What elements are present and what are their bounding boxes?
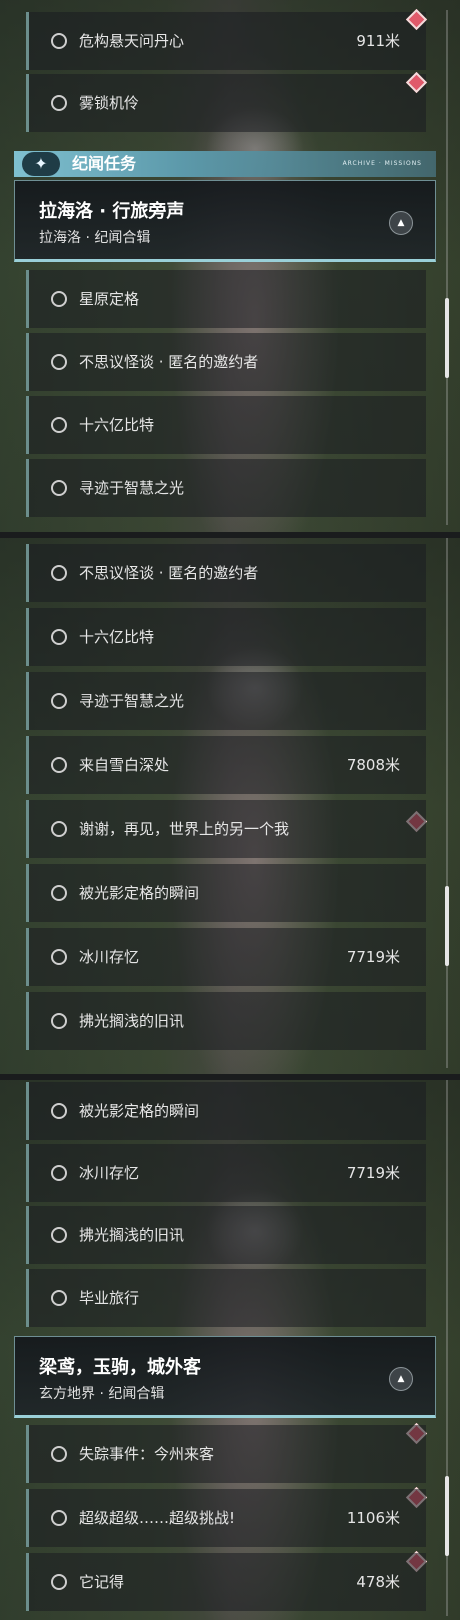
quest-status-circle-icon xyxy=(51,95,67,111)
scrollbar[interactable] xyxy=(445,10,449,525)
quest-status-circle-icon xyxy=(51,291,67,307)
quest-label: 不思议怪谈 · 匿名的邀约者 xyxy=(79,564,259,582)
quest-label: 冰川存忆 xyxy=(79,948,140,966)
quest-status-circle-icon xyxy=(51,1227,67,1243)
quest-row[interactable]: 十六亿比特 xyxy=(26,608,426,666)
scrollbar-thumb[interactable] xyxy=(445,1476,449,1556)
quest-label: 危构悬天问丹心 xyxy=(79,32,185,50)
quest-status-circle-icon xyxy=(51,821,67,837)
quest-row[interactable]: 十六亿比特 xyxy=(26,396,426,454)
quest-row[interactable]: 毕业旅行 xyxy=(26,1269,426,1327)
scrollbar[interactable] xyxy=(445,538,449,1068)
quest-label: 十六亿比特 xyxy=(79,628,155,646)
quest-status-circle-icon xyxy=(51,565,67,581)
quest-label: 谢谢，再见，世界上的另一个我 xyxy=(79,820,290,838)
quest-row[interactable]: 冰川存忆 7719米 xyxy=(26,1144,426,1202)
quest-panel-2: 不思议怪谈 · 匿名的邀约者 十六亿比特 寻迹于智慧之光 来自雪白深处 7808… xyxy=(0,538,460,1074)
quest-panel-3: 被光影定格的瞬间 冰川存忆 7719米 拂光搁浅的旧讯 毕业旅行 梁鸢，玉驹，城… xyxy=(0,1080,460,1620)
quest-distance: 7719米 xyxy=(346,1164,400,1182)
quest-distance: 7719米 xyxy=(346,948,400,966)
quest-row[interactable]: 危构悬天问丹心 911米 xyxy=(26,12,426,70)
section-decoration-text: ARCHIVE · MISSIONS xyxy=(342,160,422,167)
quest-label: 不思议怪谈 · 匿名的邀约者 xyxy=(79,353,259,371)
group-subtitle: 拉海洛 · 纪闻合辑 xyxy=(39,230,151,246)
quest-status-circle-icon xyxy=(51,1290,67,1306)
quest-distance: 911米 xyxy=(356,32,400,50)
quest-label: 星原定格 xyxy=(79,290,140,308)
quest-label: 拂光搁浅的旧讯 xyxy=(79,1012,185,1030)
scrollbar[interactable] xyxy=(445,1080,449,1616)
quest-status-circle-icon xyxy=(51,757,67,773)
group-title: 梁鸢，玉驹，城外客 xyxy=(39,1357,201,1378)
quest-distance: 7808米 xyxy=(346,756,400,774)
section-header-archive-missions[interactable]: ✦ 纪闻任务 ARCHIVE · MISSIONS xyxy=(14,151,436,177)
quest-row[interactable]: 来自雪白深处 7808米 xyxy=(26,736,426,794)
star-icon: ✦ xyxy=(22,152,60,176)
quest-status-circle-icon xyxy=(51,480,67,496)
quest-status-circle-icon xyxy=(51,1103,67,1119)
quest-label: 毕业旅行 xyxy=(79,1289,140,1307)
quest-label: 拂光搁浅的旧讯 xyxy=(79,1226,185,1244)
quest-status-circle-icon xyxy=(51,949,67,965)
quest-status-circle-icon xyxy=(51,1510,67,1526)
quest-status-circle-icon xyxy=(51,693,67,709)
quest-label: 被光影定格的瞬间 xyxy=(79,884,200,902)
quest-label: 寻迹于智慧之光 xyxy=(79,692,185,710)
quest-row[interactable]: 拂光搁浅的旧讯 xyxy=(26,992,426,1050)
quest-status-circle-icon xyxy=(51,1574,67,1590)
quest-label: 它记得 xyxy=(79,1573,125,1591)
quest-row[interactable]: 寻迹于智慧之光 xyxy=(26,459,426,517)
quest-status-circle-icon xyxy=(51,417,67,433)
quest-status-circle-icon xyxy=(51,33,67,49)
quest-label: 冰川存忆 xyxy=(79,1164,140,1182)
quest-label: 超级超级……超级挑战! xyxy=(79,1509,236,1527)
quest-row[interactable]: 星原定格 xyxy=(26,270,426,328)
quest-row[interactable]: 雾锁机伶 xyxy=(26,74,426,132)
quest-label: 寻迹于智慧之光 xyxy=(79,479,185,497)
group-subtitle: 玄方地界 · 纪闻合辑 xyxy=(39,1386,165,1402)
quest-row[interactable]: 超级超级……超级挑战! 1106米 xyxy=(26,1489,426,1547)
quest-label: 被光影定格的瞬间 xyxy=(79,1102,200,1120)
quest-row[interactable]: 冰川存忆 7719米 xyxy=(26,928,426,986)
quest-row[interactable]: 不思议怪谈 · 匿名的邀约者 xyxy=(26,544,426,602)
scrollbar-thumb[interactable] xyxy=(445,298,449,378)
section-title: 纪闻任务 xyxy=(72,154,137,173)
quest-group-header[interactable]: 拉海洛 · 行旅旁声 拉海洛 · 纪闻合辑 ▲ xyxy=(14,180,436,262)
quest-group-header[interactable]: 梁鸢，玉驹，城外客 玄方地界 · 纪闻合辑 ▲ xyxy=(14,1336,436,1418)
quest-label: 来自雪白深处 xyxy=(79,756,170,774)
quest-row[interactable]: 寻迹于智慧之光 xyxy=(26,672,426,730)
quest-row[interactable]: 被光影定格的瞬间 xyxy=(26,864,426,922)
scrollbar-thumb[interactable] xyxy=(445,886,449,966)
quest-label: 失踪事件：今州来客 xyxy=(79,1445,215,1463)
quest-status-circle-icon xyxy=(51,354,67,370)
quest-status-circle-icon xyxy=(51,1446,67,1462)
quest-row[interactable]: 拂光搁浅的旧讯 xyxy=(26,1206,426,1264)
quest-status-circle-icon xyxy=(51,1165,67,1181)
quest-distance: 478米 xyxy=(356,1573,400,1591)
collapse-chevron-up-icon[interactable]: ▲ xyxy=(389,1367,413,1391)
quest-status-circle-icon xyxy=(51,629,67,645)
quest-status-circle-icon xyxy=(51,885,67,901)
quest-label: 十六亿比特 xyxy=(79,416,155,434)
collapse-chevron-up-icon[interactable]: ▲ xyxy=(389,211,413,235)
quest-distance: 1106米 xyxy=(346,1509,400,1527)
quest-row[interactable]: 失踪事件：今州来客 xyxy=(26,1425,426,1483)
group-title: 拉海洛 · 行旅旁声 xyxy=(39,201,185,222)
quest-row[interactable]: 它记得 478米 xyxy=(26,1553,426,1611)
quest-row[interactable]: 不思议怪谈 · 匿名的邀约者 xyxy=(26,333,426,391)
quest-status-circle-icon xyxy=(51,1013,67,1029)
quest-row[interactable]: 谢谢，再见，世界上的另一个我 xyxy=(26,800,426,858)
quest-panel-1: 危构悬天问丹心 911米 雾锁机伶 ✦ 纪闻任务 ARCHIVE · MISSI… xyxy=(0,0,460,532)
quest-label: 雾锁机伶 xyxy=(79,94,140,112)
quest-row[interactable]: 被光影定格的瞬间 xyxy=(26,1082,426,1140)
